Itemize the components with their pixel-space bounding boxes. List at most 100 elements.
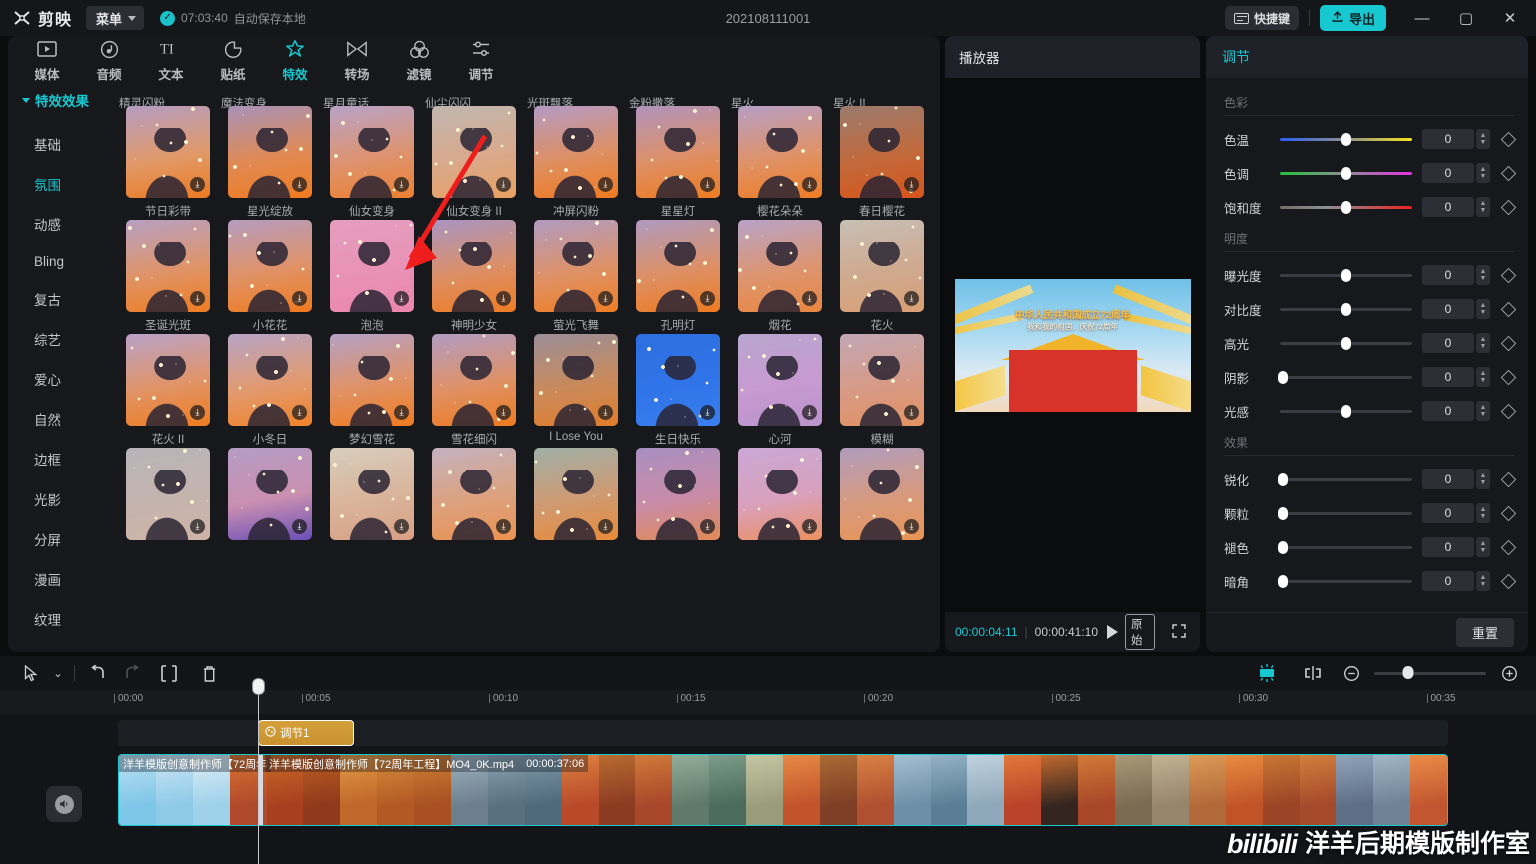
effect-item[interactable]: ⤓: [321, 448, 423, 562]
stepper-icon[interactable]: ▲▼: [1476, 367, 1490, 387]
effect-item[interactable]: ⤓春日樱花: [831, 106, 933, 220]
effect-item[interactable]: ⤓樱花朵朵: [729, 106, 831, 220]
split-icon[interactable]: [149, 660, 189, 686]
adjust-slider[interactable]: [1280, 302, 1412, 316]
tab-filter[interactable]: 滤镜: [388, 36, 450, 83]
effect-item[interactable]: ⤓: [627, 448, 729, 562]
timeline-zoom-slider[interactable]: [1374, 666, 1486, 680]
shortcuts-button[interactable]: 快捷键: [1225, 6, 1299, 30]
slider-knob[interactable]: [1278, 507, 1288, 520]
keyframe-diamond-icon[interactable]: [1501, 471, 1517, 487]
effect-item[interactable]: ⤓神明少女: [423, 220, 525, 334]
download-icon[interactable]: ⤓: [190, 177, 205, 192]
keyframe-diamond-icon[interactable]: [1501, 539, 1517, 555]
select-tool-icon[interactable]: [14, 660, 48, 686]
menu-button[interactable]: 菜单: [86, 6, 144, 30]
category-item-fugu[interactable]: 复古: [22, 279, 107, 319]
adjust-slider[interactable]: [1280, 574, 1412, 588]
zoom-in-icon[interactable]: [1496, 660, 1522, 686]
download-icon[interactable]: ⤓: [598, 177, 613, 192]
download-icon[interactable]: ⤓: [598, 405, 613, 420]
effect-item[interactable]: ⤓烟花: [729, 220, 831, 334]
stepper-icon[interactable]: ▲▼: [1476, 503, 1490, 523]
slider-knob[interactable]: [1341, 303, 1351, 316]
adjust-value-input[interactable]: 0: [1422, 197, 1474, 217]
download-icon[interactable]: ⤓: [394, 519, 409, 534]
download-icon[interactable]: ⤓: [700, 519, 715, 534]
keyframe-diamond-icon[interactable]: [1501, 505, 1517, 521]
adjust-value-input[interactable]: 0: [1422, 299, 1474, 319]
adjust-slider[interactable]: [1280, 132, 1412, 146]
effect-item[interactable]: ⤓I Lose You: [525, 334, 627, 448]
adjust-value-input[interactable]: 0: [1422, 265, 1474, 285]
stepper-icon[interactable]: ▲▼: [1476, 299, 1490, 319]
clip-divider[interactable]: [259, 755, 263, 825]
effect-item[interactable]: ⤓小花花: [219, 220, 321, 334]
stepper-icon[interactable]: ▲▼: [1476, 129, 1490, 149]
download-icon[interactable]: ⤓: [394, 405, 409, 420]
download-icon[interactable]: ⤓: [496, 177, 511, 192]
effect-item[interactable]: ⤓星光绽放: [219, 106, 321, 220]
effect-item[interactable]: ⤓花火: [831, 220, 933, 334]
download-icon[interactable]: ⤓: [292, 519, 307, 534]
download-icon[interactable]: ⤓: [802, 519, 817, 534]
adjust-value-input[interactable]: 0: [1422, 129, 1474, 149]
download-icon[interactable]: ⤓: [496, 405, 511, 420]
tab-audio[interactable]: 音频: [78, 36, 140, 83]
slider-knob[interactable]: [1278, 371, 1288, 384]
playhead-grip[interactable]: [252, 678, 265, 695]
download-icon[interactable]: ⤓: [598, 291, 613, 306]
download-icon[interactable]: ⤓: [802, 405, 817, 420]
stepper-icon[interactable]: ▲▼: [1476, 571, 1490, 591]
keyframe-diamond-icon[interactable]: [1501, 267, 1517, 283]
effect-item[interactable]: ⤓模糊: [831, 334, 933, 448]
slider-knob[interactable]: [1341, 405, 1351, 418]
slider-knob[interactable]: [1278, 575, 1288, 588]
adjust-value-input[interactable]: 0: [1422, 469, 1474, 489]
tab-text[interactable]: TI 文本: [140, 36, 202, 83]
keyframe-diamond-icon[interactable]: [1501, 573, 1517, 589]
category-item-guangying[interactable]: 光影: [22, 479, 107, 519]
play-icon[interactable]: [1107, 625, 1118, 639]
download-icon[interactable]: ⤓: [802, 177, 817, 192]
category-item-wenli[interactable]: 纹理: [22, 599, 107, 639]
keyframe-diamond-icon[interactable]: [1501, 165, 1517, 181]
stepper-icon[interactable]: ▲▼: [1476, 163, 1490, 183]
chevron-down-icon[interactable]: ⌄: [48, 660, 68, 686]
category-item-fenping[interactable]: 分屏: [22, 519, 107, 559]
effect-item[interactable]: ⤓仙女变身: [321, 106, 423, 220]
category-item-bling[interactable]: Bling: [22, 244, 107, 279]
tab-media[interactable]: 媒体: [16, 36, 78, 83]
stepper-icon[interactable]: ▲▼: [1476, 469, 1490, 489]
tab-transition[interactable]: 转场: [326, 36, 388, 83]
stepper-icon[interactable]: ▲▼: [1476, 401, 1490, 421]
effect-item[interactable]: ⤓: [423, 448, 525, 562]
effect-item[interactable]: ⤓萤光飞舞: [525, 220, 627, 334]
mute-button[interactable]: [46, 786, 82, 822]
effect-item[interactable]: ⤓仙女变身 II: [423, 106, 525, 220]
download-icon[interactable]: ⤓: [496, 291, 511, 306]
tab-adjust[interactable]: 调节: [450, 36, 512, 83]
adjust-slider[interactable]: [1280, 404, 1412, 418]
download-icon[interactable]: ⤓: [394, 291, 409, 306]
download-icon[interactable]: ⤓: [394, 177, 409, 192]
download-icon[interactable]: ⤓: [598, 519, 613, 534]
tab-effects[interactable]: 特效: [264, 36, 326, 83]
zoom-out-icon[interactable]: [1338, 660, 1364, 686]
keyframe-diamond-icon[interactable]: [1501, 369, 1517, 385]
adjust-slider[interactable]: [1280, 370, 1412, 384]
close-button[interactable]: ✕: [1488, 0, 1532, 36]
zoom-knob[interactable]: [1402, 666, 1413, 679]
effects-grid-scroll[interactable]: 精灵闪粉 魔法变身 星月童话 仙尘闪闪 光斑飘落 金粉撒落 星火 星火 II ⤓…: [107, 82, 940, 652]
effect-item[interactable]: ⤓雪花细闪: [423, 334, 525, 448]
category-header[interactable]: 特效效果: [22, 90, 107, 110]
slider-knob[interactable]: [1341, 167, 1351, 180]
effect-item[interactable]: ⤓冲屏闪粉: [525, 106, 627, 220]
effect-item[interactable]: ⤓圣诞光斑: [117, 220, 219, 334]
effect-item[interactable]: ⤓心河: [729, 334, 831, 448]
download-icon[interactable]: ⤓: [700, 291, 715, 306]
category-item-jichu[interactable]: 基础: [22, 124, 107, 164]
slider-knob[interactable]: [1341, 337, 1351, 350]
player-stage[interactable]: 中华人民共和国成立72周年 我和我的祖国，庆祝72周年: [945, 78, 1200, 612]
category-item-ziran[interactable]: 自然: [22, 399, 107, 439]
